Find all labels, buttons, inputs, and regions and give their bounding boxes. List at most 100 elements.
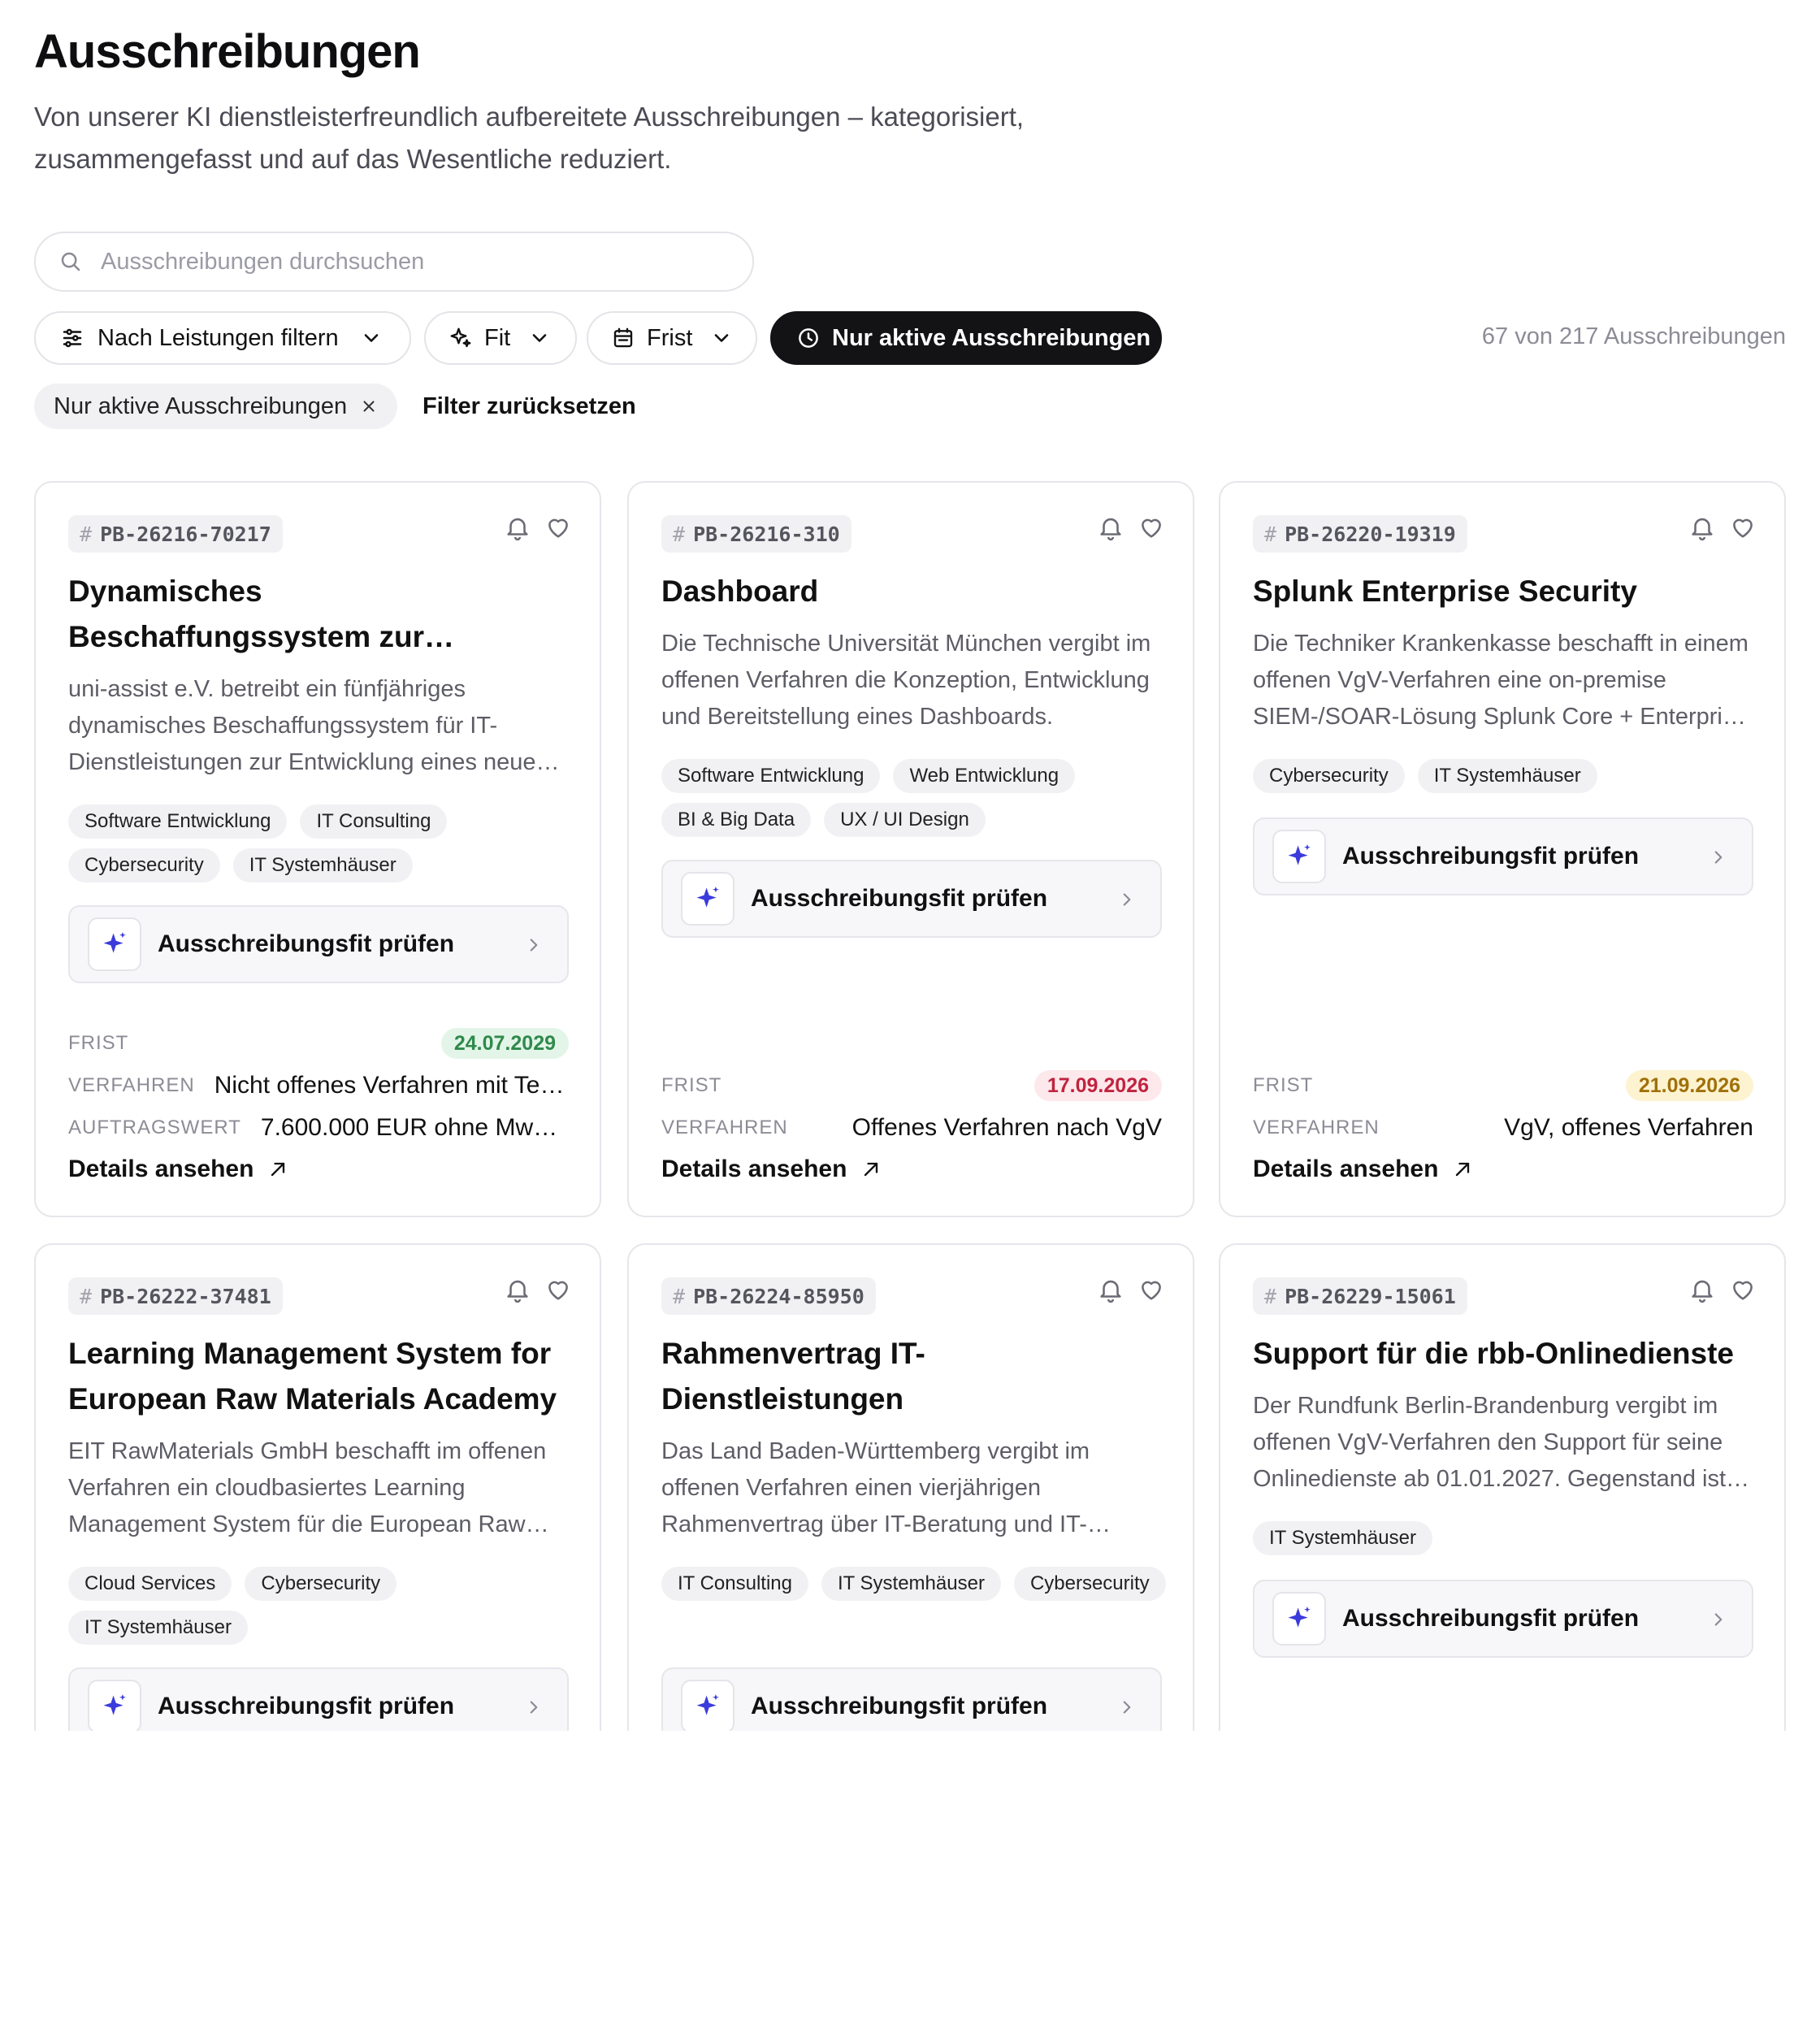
contract-value: 7.600.000 EUR ohne MwSt. (geschätzt)	[260, 1114, 569, 1141]
fit-check-button[interactable]: Ausschreibungsfit prüfen	[68, 905, 569, 983]
contract-value-label: AUFTRAGSWERT	[68, 1117, 241, 1138]
fit-sparkle-icon	[681, 1680, 734, 1731]
fit-check-label: Ausschreibungsfit prüfen	[751, 1693, 1048, 1719]
service-tag: Cybersecurity	[1253, 759, 1405, 793]
sliders-icon	[63, 328, 82, 348]
active-only-toggle[interactable]: Nur aktive Ausschreibungen	[770, 311, 1162, 365]
deadline-filter-label: Frist	[647, 324, 693, 351]
fit-check-button[interactable]: Ausschreibungsfit prüfen	[1253, 817, 1753, 895]
arrow-up-right-icon	[1456, 1162, 1470, 1177]
tender-title[interactable]: Learning Management System for European …	[68, 1331, 572, 1422]
service-tag: Cybersecurity	[68, 848, 220, 882]
tender-id-badge: # PB-26222-37481	[68, 1277, 283, 1315]
details-link[interactable]: Details ansehen	[661, 1156, 882, 1183]
details-label: Details ansehen	[1253, 1156, 1439, 1182]
chevron-right-icon	[1714, 851, 1722, 864]
tender-id-badge: # PB-26229-15061	[1253, 1277, 1467, 1315]
chevron-right-icon	[530, 1701, 538, 1714]
fit-check-label: Ausschreibungsfit prüfen	[751, 885, 1048, 912]
service-tag: Cybersecurity	[1013, 1567, 1166, 1601]
deadline-row: FRIST 17.09.2026	[661, 1069, 1162, 1102]
heart-icon[interactable]	[1729, 1276, 1757, 1303]
bell-icon[interactable]	[1688, 1276, 1716, 1303]
search-input[interactable]	[101, 248, 718, 275]
tender-title[interactable]: Dynamisches Beschaffungssystem zur Entwi…	[68, 569, 572, 660]
tender-title[interactable]: Splunk Enterprise Security	[1253, 569, 1757, 614]
heart-icon[interactable]	[544, 514, 572, 541]
reset-filters-link[interactable]: Filter zurücksetzen	[422, 393, 636, 420]
service-tag: Cloud Services	[68, 1567, 232, 1601]
tender-description: Die Technische Universität München vergi…	[661, 631, 1151, 730]
procedure-row: VERFAHREN VgV, offenes Verfahren	[1253, 1112, 1753, 1144]
bell-icon[interactable]	[1097, 1276, 1124, 1303]
bell-icon[interactable]	[504, 1276, 531, 1303]
tender-description: EIT RawMaterials GmbH beschafft im offen…	[68, 1438, 547, 1537]
procedure-row: VERFAHREN Offenes Verfahren nach VgV	[661, 1112, 1162, 1144]
procedure-label: VERFAHREN	[661, 1117, 788, 1138]
contract-value-row: AUFTRAGSWERT 7.600.000 EUR ohne MwSt. (g…	[68, 1112, 569, 1144]
service-tag: BI & Big Data	[661, 803, 812, 837]
tag-list: IT Consulting IT Systemhäuser Cybersecur…	[661, 1567, 1173, 1601]
close-icon[interactable]	[360, 397, 378, 415]
services-filter-label: Nach Leistungen filtern	[98, 324, 339, 351]
service-tag: IT Systemhäuser	[68, 1611, 248, 1645]
heart-icon[interactable]	[1138, 514, 1165, 541]
chevron-down-icon	[364, 334, 378, 342]
page-subtitle: Von unserer KI dienstleisterfreundlich a…	[34, 102, 1025, 174]
tender-card[interactable]: # PB-26216-310 Dashboard Die Technische U…	[627, 481, 1194, 1217]
fit-sparkle-icon	[88, 1680, 141, 1731]
clock-icon	[799, 328, 818, 348]
sparkles-icon	[450, 327, 471, 348]
tender-card[interactable]: # PB-26216-70217 Dynamisches Beschaffungs…	[34, 481, 601, 1217]
tender-card[interactable]: # PB-26220-19319 Splunk Enterprise Securi…	[1219, 481, 1786, 1217]
heart-icon[interactable]	[544, 1276, 572, 1303]
bell-icon[interactable]	[504, 514, 531, 541]
fit-check-button[interactable]: Ausschreibungsfit prüfen	[68, 1667, 569, 1731]
tender-description: Die Techniker Krankenkasse beschafft in …	[1253, 631, 1748, 730]
services-filter-button[interactable]: Nach Leistungen filtern	[34, 311, 411, 365]
search-bar[interactable]	[34, 232, 754, 292]
service-tag: Software Entwicklung	[661, 759, 881, 793]
bell-icon[interactable]	[1097, 514, 1124, 541]
search-icon	[61, 252, 80, 271]
active-filter-chip-label: Nur aktive Ausschreibungen	[54, 392, 348, 419]
tender-card[interactable]: # PB-26222-37481 Learning Management Syst…	[34, 1243, 601, 1731]
tender-title[interactable]: Dashboard	[661, 569, 1165, 614]
procedure-row: VERFAHREN Nicht offenes Verfahren mit Te…	[68, 1069, 569, 1102]
service-tag: Cybersecurity	[245, 1567, 397, 1601]
details-link[interactable]: Details ansehen	[68, 1156, 289, 1183]
service-tag: IT Consulting	[300, 804, 448, 839]
fit-check-button[interactable]: Ausschreibungsfit prüfen	[1253, 1580, 1753, 1658]
fit-check-button[interactable]: Ausschreibungsfit prüfen	[661, 860, 1162, 938]
deadline-badge: 17.09.2026	[1034, 1070, 1162, 1101]
tender-title[interactable]: Rahmenvertrag IT-Dienstleistungen	[661, 1331, 954, 1422]
fit-sparkle-icon	[88, 917, 141, 971]
fit-check-button[interactable]: Ausschreibungsfit prüfen	[661, 1667, 1162, 1731]
tender-id-badge: # PB-26224-85950	[661, 1277, 876, 1315]
details-label: Details ansehen	[68, 1156, 254, 1182]
service-tag: IT Systemhäuser	[232, 848, 413, 882]
heart-icon[interactable]	[1138, 1276, 1165, 1303]
bell-icon[interactable]	[1688, 514, 1716, 541]
active-filter-chip[interactable]: Nur aktive Ausschreibungen	[34, 384, 398, 429]
details-link[interactable]: Details ansehen	[1253, 1156, 1474, 1183]
heart-icon[interactable]	[1729, 514, 1757, 541]
deadline-label: FRIST	[661, 1074, 722, 1096]
service-tag: Web Entwicklung	[893, 759, 1076, 793]
chevron-down-icon	[715, 334, 729, 342]
procedure-value: Offenes Verfahren nach VgV	[852, 1114, 1162, 1141]
tender-title[interactable]: Support für die rbb-Onlinedienste	[1253, 1331, 1757, 1377]
tag-list: IT Systemhäuser	[1253, 1521, 1765, 1555]
deadline-row: FRIST 21.09.2026	[1253, 1069, 1753, 1102]
fit-check-label: Ausschreibungsfit prüfen	[158, 930, 455, 957]
service-tag: UX / UI Design	[824, 803, 986, 837]
tender-description: uni-assist e.V. betreibt ein fünfjährige…	[68, 676, 549, 775]
tender-card[interactable]: # PB-26224-85950 Rahmenvertrag IT-Dienstl…	[627, 1243, 1194, 1731]
tag-list: Software Entwicklung Web Entwicklung BI …	[661, 759, 1173, 837]
fit-filter-label: Fit	[484, 324, 511, 351]
fit-filter-button[interactable]: Fit	[424, 311, 577, 365]
arrow-up-right-icon	[271, 1162, 285, 1177]
tender-card[interactable]: # PB-26229-15061 Support für die rbb-Onli…	[1219, 1243, 1786, 1731]
deadline-filter-button[interactable]: Frist	[587, 311, 757, 365]
tender-id-badge: # PB-26216-310	[661, 515, 852, 553]
